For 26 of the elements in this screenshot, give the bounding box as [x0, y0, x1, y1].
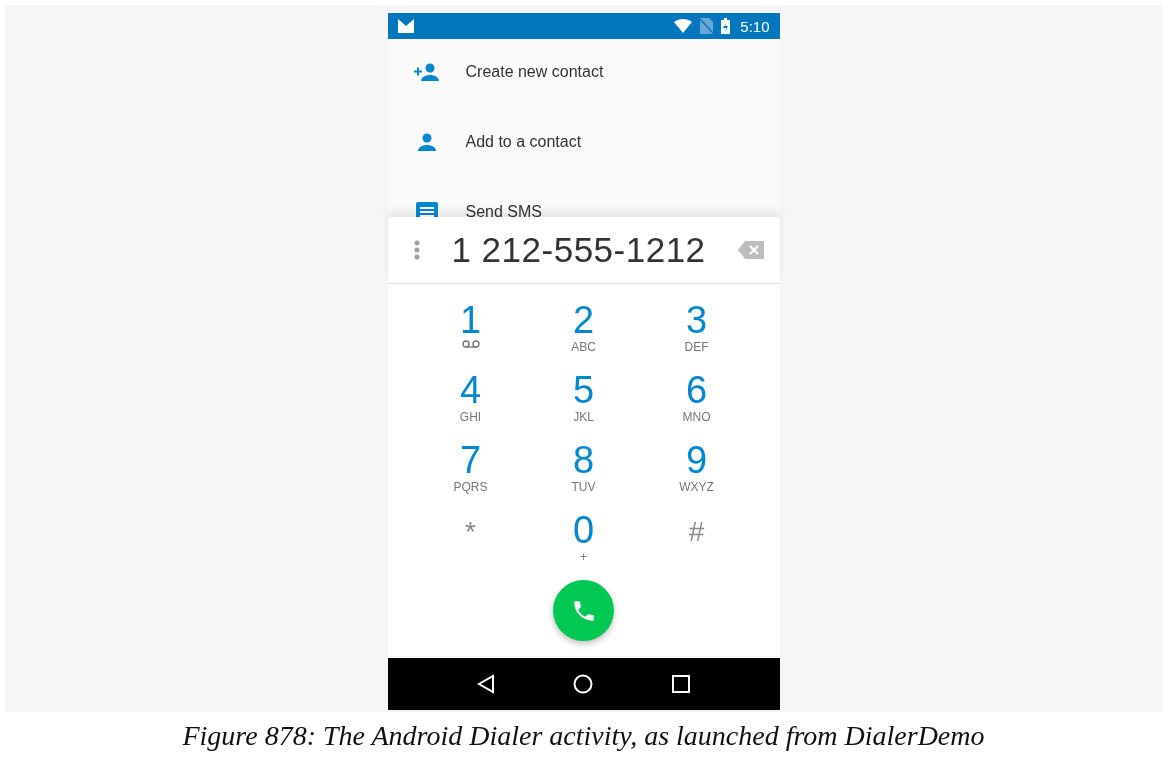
dial-key[interactable]: 1	[414, 295, 527, 365]
voicemail-icon	[461, 340, 480, 348]
dialed-number: 1 212-555-1212	[450, 230, 707, 270]
status-time: 5:10	[740, 17, 770, 35]
add-person-icon	[413, 63, 440, 81]
action-item[interactable]: Add to a contact	[465, 133, 582, 151]
dial-key[interactable]: 3 DEF	[640, 295, 753, 365]
dial-key[interactable]: 4 GHI	[414, 365, 527, 435]
dial-key[interactable]: 6 MNO	[640, 365, 753, 435]
dial-key[interactable]: #	[640, 505, 753, 575]
dial-key[interactable]: 5 JKL	[527, 365, 640, 435]
battery-icon	[721, 18, 731, 34]
dial-key[interactable]: 2 ABC	[527, 295, 640, 365]
app-logo-icon	[397, 19, 414, 33]
dial-key[interactable]: 9 WXYZ	[640, 435, 753, 505]
action-item[interactable]: Create new contact	[465, 63, 604, 81]
dial-key[interactable]: *	[414, 505, 527, 575]
wifi-icon	[674, 19, 693, 33]
dial-key[interactable]: 7 PQRS	[414, 435, 527, 505]
figure-caption: Figure 878: The Android Dialer activity, as launched from DialerDemo	[181, 719, 986, 752]
no-sim-icon	[700, 18, 714, 34]
action-item[interactable]: Send SMS	[465, 203, 542, 217]
overflow-menu-icon[interactable]	[413, 240, 420, 260]
dial-key[interactable]: 8 TUV	[527, 435, 640, 505]
person-icon	[417, 133, 436, 151]
dial-key[interactable]: 0 +	[527, 505, 640, 575]
